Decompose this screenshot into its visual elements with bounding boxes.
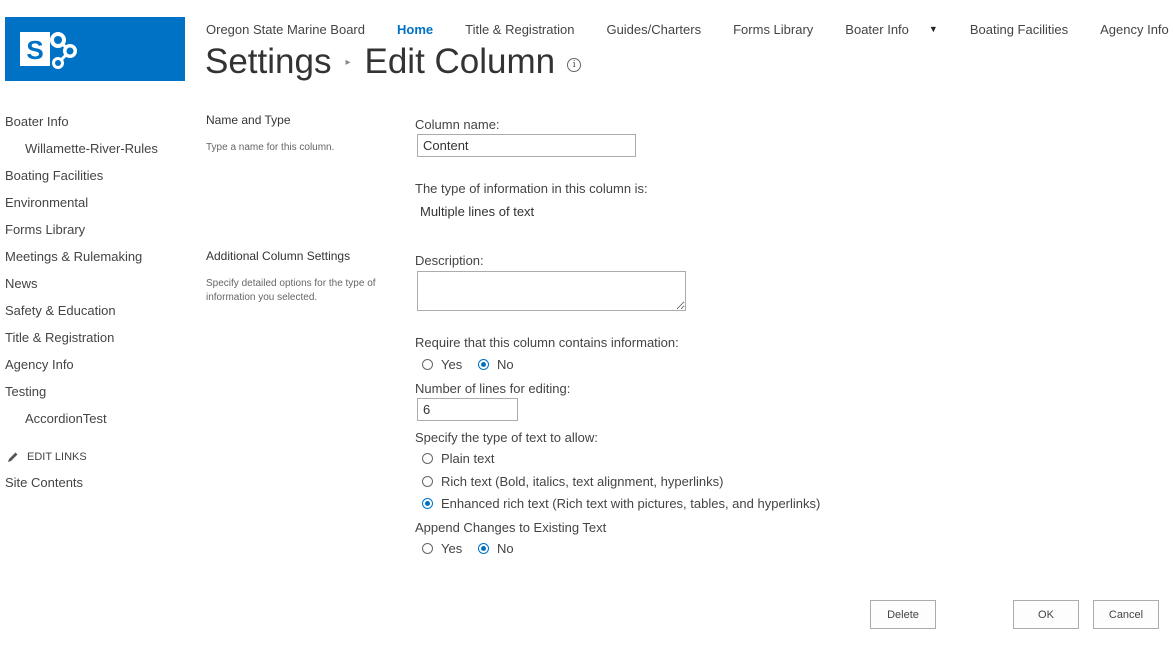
plain-text-label: Plain text (441, 451, 495, 466)
section-title-additional: Additional Column Settings (206, 249, 351, 263)
topnav-home[interactable]: Home (397, 22, 433, 37)
leftnav-forms-library[interactable]: Forms Library (5, 221, 158, 248)
page-title-text: Edit Column (364, 42, 556, 81)
type-info-label: The type of information in this column i… (415, 181, 648, 196)
rich-text-radio[interactable]: Rich text (Bold, italics, text alignment… (422, 474, 724, 489)
topnav-forms-library[interactable]: Forms Library (733, 22, 813, 37)
breadcrumb-settings[interactable]: Settings (205, 42, 331, 82)
edit-links-label: EDIT LINKS (27, 451, 87, 463)
require-label: Require that this column contains inform… (415, 335, 679, 350)
leftnav-boater-info[interactable]: Boater Info (5, 113, 158, 140)
leftnav-testing[interactable]: Testing (5, 383, 158, 410)
pencil-icon (8, 452, 18, 462)
site-logo[interactable]: S (5, 17, 185, 81)
site-name-link[interactable]: Oregon State Marine Board (206, 22, 365, 37)
svg-text:S: S (26, 35, 43, 65)
section-title-name-type: Name and Type (206, 113, 291, 127)
page-title: Settings ▸ Edit Column i (205, 42, 582, 82)
leftnav-safety-education[interactable]: Safety & Education (5, 302, 158, 329)
lines-label: Number of lines for editing: (415, 381, 571, 396)
append-yes-label: Yes (441, 541, 463, 556)
type-info-value: Multiple lines of text (420, 204, 535, 219)
plain-text-radio[interactable]: Plain text (422, 451, 494, 466)
enhanced-rich-text-radio[interactable]: Enhanced rich text (Rich text with pictu… (422, 496, 820, 511)
topnav-title-registration[interactable]: Title & Registration (465, 22, 574, 37)
section-desc-name-type: Type a name for this column. (206, 142, 335, 153)
leftnav-news[interactable]: News (5, 275, 158, 302)
leftnav-agency-info[interactable]: Agency Info (5, 356, 158, 383)
radio-unchecked-icon (422, 543, 433, 554)
enhanced-rich-text-label: Enhanced rich text (Rich text with pictu… (441, 496, 821, 511)
require-yes-radio[interactable]: Yes (422, 357, 462, 372)
column-name-input[interactable] (417, 134, 636, 157)
radio-checked-icon (422, 498, 433, 509)
lines-input[interactable] (417, 398, 518, 421)
topnav-agency-info[interactable]: Agency Info (1100, 22, 1169, 37)
leftnav-title-registration[interactable]: Title & Registration (5, 329, 158, 356)
radio-checked-icon (478, 359, 489, 370)
append-yes-radio[interactable]: Yes (422, 541, 462, 556)
topnav-boater-info[interactable]: Boater Info (845, 22, 909, 37)
topnav-boating-facilities[interactable]: Boating Facilities (970, 22, 1068, 37)
append-no-radio[interactable]: No (478, 541, 514, 556)
leftnav-meetings-rulemaking[interactable]: Meetings & Rulemaking (5, 248, 158, 275)
section-desc-additional: Specify detailed options for the type of… (206, 278, 376, 303)
description-textarea[interactable] (417, 271, 686, 311)
info-icon[interactable]: i (567, 58, 582, 72)
radio-unchecked-icon (422, 453, 433, 464)
leftnav-environmental[interactable]: Environmental (5, 194, 158, 221)
rich-text-label: Rich text (Bold, italics, text alignment… (441, 474, 724, 489)
breadcrumb-separator-icon: ▸ (345, 56, 351, 68)
leftnav-accordiontest[interactable]: AccordionTest (5, 410, 158, 437)
leftnav-willamette-river-rules[interactable]: Willamette-River-Rules (5, 140, 158, 167)
radio-unchecked-icon (422, 476, 433, 487)
leftnav-boating-facilities[interactable]: Boating Facilities (5, 167, 158, 194)
radio-checked-icon (478, 543, 489, 554)
topnav-guides-charters[interactable]: Guides/Charters (606, 22, 701, 37)
cancel-button[interactable]: Cancel (1093, 600, 1159, 629)
text-type-label: Specify the type of text to allow: (415, 430, 598, 445)
require-yes-label: Yes (441, 357, 463, 372)
description-label: Description: (415, 253, 484, 268)
edit-links-button[interactable]: EDIT LINKS (7, 451, 87, 463)
delete-button[interactable]: Delete (870, 600, 936, 629)
caret-down-icon[interactable]: ▼ (929, 24, 938, 34)
append-no-label: No (497, 541, 514, 556)
site-contents-link[interactable]: Site Contents (5, 475, 83, 490)
column-name-label: Column name: (415, 117, 500, 132)
sharepoint-logo-icon: S (20, 32, 77, 69)
top-navigation: Oregon State Marine Board Home Title & R… (206, 20, 1169, 38)
require-no-radio[interactable]: No (478, 357, 514, 372)
ok-button[interactable]: OK (1013, 600, 1079, 629)
append-label: Append Changes to Existing Text (415, 520, 607, 535)
radio-unchecked-icon (422, 359, 433, 370)
require-no-label: No (497, 357, 514, 372)
quick-launch: Boater Info Willamette-River-Rules Boati… (5, 113, 158, 437)
